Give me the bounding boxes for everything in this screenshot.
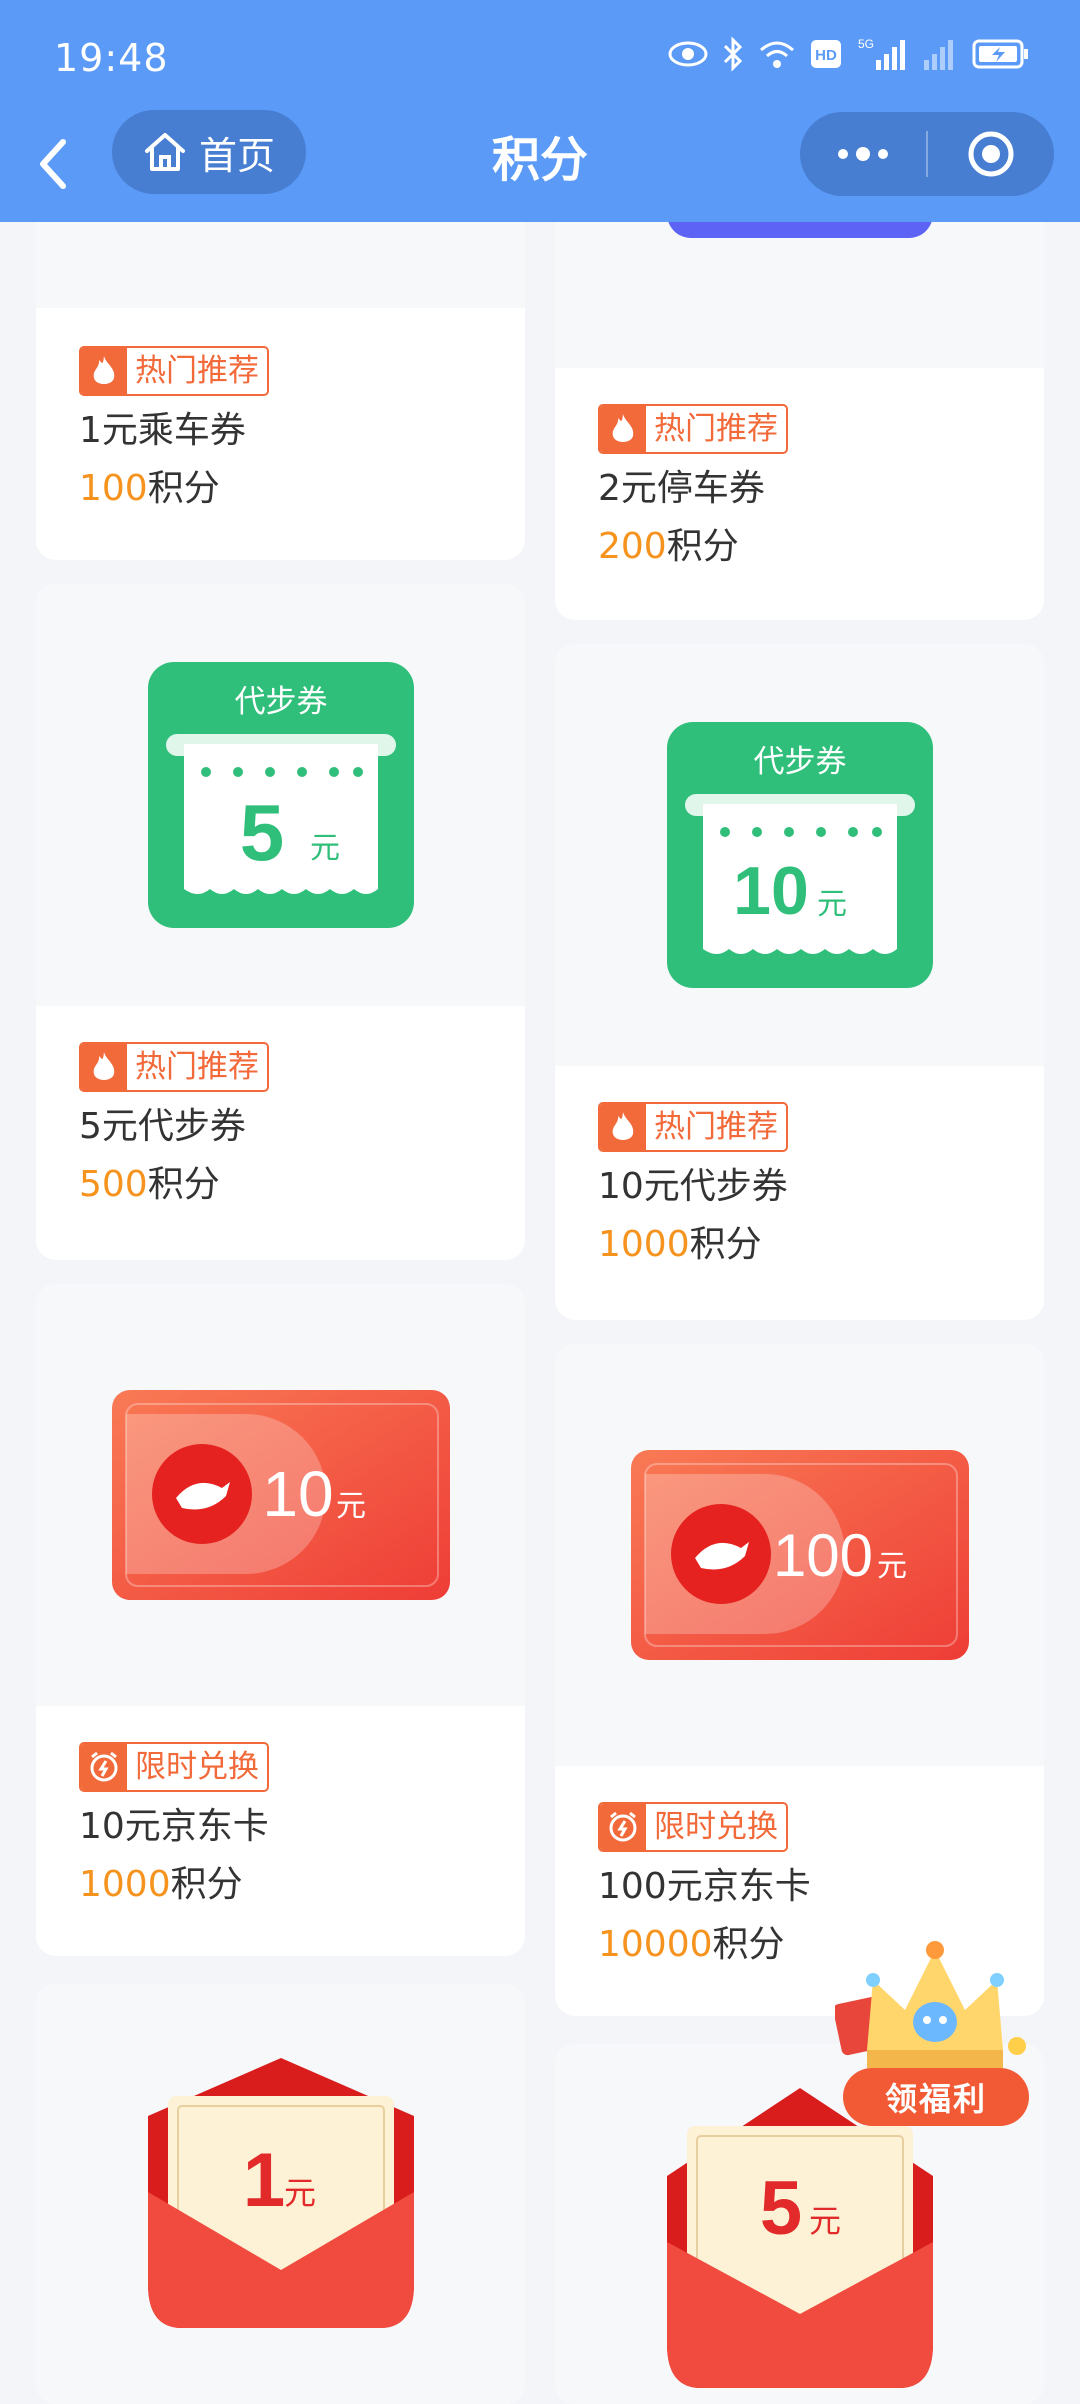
- tag-label: 热门推荐: [135, 353, 259, 389]
- reward-info: 热门推荐 10元代步券 1000积分: [598, 1102, 788, 1270]
- voucher-banner: 代步券: [754, 744, 847, 780]
- close-program-button[interactable]: [928, 112, 1054, 196]
- reward-image-area: 10 元: [36, 1284, 525, 1706]
- points-value: 10000: [598, 1924, 713, 1965]
- reward-name: 10元京东卡: [79, 1806, 269, 1847]
- reward-points: 200积分: [598, 522, 788, 572]
- flame-icon: [81, 1044, 127, 1090]
- reward-points: 100积分: [79, 464, 269, 514]
- welfare-label: 领福利: [843, 2068, 1029, 2126]
- walk-voucher-image: 代步券 10 元: [667, 722, 933, 988]
- card-amount: 10: [262, 1458, 333, 1530]
- tag-label: 热门推荐: [135, 1049, 259, 1085]
- voucher-amount: 5: [240, 788, 285, 877]
- status-icons: HD 5G: [668, 34, 1030, 74]
- voucher-banner: 代步券: [235, 684, 328, 720]
- reward-name: 100元京东卡: [598, 1866, 811, 1907]
- target-icon: [968, 131, 1014, 177]
- points-unit: 积分: [147, 1164, 220, 1205]
- reward-image-area: 1 元: [36, 1984, 525, 2404]
- signal2-icon: [922, 34, 958, 74]
- reward-points: 1000积分: [598, 1220, 788, 1270]
- card-amount: 100: [773, 1522, 873, 1589]
- reward-card[interactable]: 1 元: [36, 1984, 525, 2404]
- voucher-amount: 10: [733, 853, 809, 929]
- hot-tag: 热门推荐: [598, 404, 788, 454]
- red-envelope-image: 1 元: [148, 2058, 414, 2328]
- points-value: 500: [79, 1164, 148, 1205]
- points-unit: 积分: [689, 1224, 762, 1265]
- welfare-float-button[interactable]: 领福利: [833, 1930, 1035, 2140]
- reward-info: 热门推荐 2元停车券 200积分: [598, 404, 788, 572]
- nav-bar: 首页 积分: [0, 110, 1080, 222]
- envelope-amount: 5: [760, 2166, 802, 2251]
- flame-icon: [81, 348, 127, 394]
- alarm-clock-icon: [600, 1804, 646, 1850]
- more-button[interactable]: [800, 112, 926, 196]
- points-unit: 积分: [170, 1864, 243, 1905]
- app-header: 19:48 HD 5G 首页 积分: [0, 0, 1080, 222]
- voucher-unit: 元: [817, 887, 847, 922]
- reward-card[interactable]: 10 元 限时兑换 10元京东卡 1000积分: [36, 1284, 525, 1956]
- jd-card-image: 10 元: [112, 1390, 450, 1600]
- flame-icon: [600, 1104, 646, 1150]
- card-unit: 元: [336, 1489, 366, 1524]
- status-time: 19:48: [54, 36, 169, 80]
- points-unit: 积分: [712, 1924, 785, 1965]
- reward-card[interactable]: 代步券 10 元 热门推荐 10元代步券 1000积分: [555, 644, 1044, 1320]
- reward-info: 限时兑换 10元京东卡 1000积分: [79, 1742, 269, 1910]
- wifi-icon: [758, 34, 796, 74]
- points-unit: 积分: [147, 468, 220, 509]
- tag-label: 限时兑换: [135, 1749, 259, 1785]
- svg-text:HD: HD: [815, 47, 837, 64]
- alarm-clock-icon: [81, 1744, 127, 1790]
- jd-card-image: 100 元: [631, 1450, 969, 1660]
- battery-icon: [972, 34, 1030, 74]
- envelope-unit: 元: [809, 2202, 841, 2240]
- limited-tag: 限时兑换: [79, 1742, 269, 1792]
- tag-label: 热门推荐: [654, 411, 778, 447]
- more-dots-icon: [838, 147, 888, 161]
- hd-icon: HD: [810, 34, 844, 74]
- reward-points: 10000积分: [598, 1920, 811, 1970]
- voucher-unit: 元: [310, 831, 340, 866]
- points-value: 200: [598, 526, 667, 567]
- reward-image-area: 100 元: [555, 1344, 1044, 1766]
- signal-icon: 5G: [858, 34, 908, 74]
- crown-icon: [833, 1941, 1026, 2068]
- reward-info: 限时兑换 100元京东卡 10000积分: [598, 1802, 811, 1970]
- reward-card[interactable]: 100 元 限时兑换 100元京东卡 10000积分: [555, 1344, 1044, 2016]
- reward-info: 热门推荐 5元代步券 500积分: [79, 1042, 269, 1210]
- points-value: 100: [79, 468, 148, 509]
- reward-name: 1元乘车券: [79, 410, 246, 451]
- bluetooth-icon: [722, 34, 744, 74]
- card-unit: 元: [877, 1549, 907, 1584]
- hot-tag: 热门推荐: [79, 346, 269, 396]
- tag-label: 热门推荐: [654, 1109, 778, 1145]
- envelope-unit: 元: [284, 2174, 316, 2212]
- reward-image-area: 代步券 5 元: [36, 584, 525, 1006]
- mini-program-capsule: [800, 112, 1054, 196]
- reward-image-area: 代步券 10 元: [555, 644, 1044, 1066]
- reward-points: 1000积分: [79, 1860, 269, 1910]
- hot-tag: 热门推荐: [598, 1102, 788, 1152]
- reward-name: 2元停车券: [598, 468, 765, 509]
- reward-card[interactable]: 代步券 5 元 热门推荐 5元代步券 500积分: [36, 584, 525, 1260]
- hot-tag: 热门推荐: [79, 1042, 269, 1092]
- reward-name: 5元代步券: [79, 1106, 246, 1147]
- reward-info: 热门推荐 1元乘车券 100积分: [79, 346, 269, 514]
- net-label: 5G: [858, 37, 874, 51]
- limited-tag: 限时兑换: [598, 1802, 788, 1852]
- reward-points: 500积分: [79, 1160, 269, 1210]
- tag-label: 限时兑换: [654, 1809, 778, 1845]
- flame-icon: [600, 406, 646, 452]
- eye-icon: [668, 34, 708, 74]
- points-value: 1000: [79, 1864, 171, 1905]
- points-value: 1000: [598, 1224, 690, 1265]
- envelope-amount: 1: [243, 2138, 285, 2223]
- status-bar: 19:48 HD 5G: [0, 0, 1080, 110]
- walk-voucher-image: 代步券 5 元: [148, 662, 414, 928]
- points-unit: 积分: [666, 526, 739, 567]
- reward-name: 10元代步券: [598, 1166, 788, 1207]
